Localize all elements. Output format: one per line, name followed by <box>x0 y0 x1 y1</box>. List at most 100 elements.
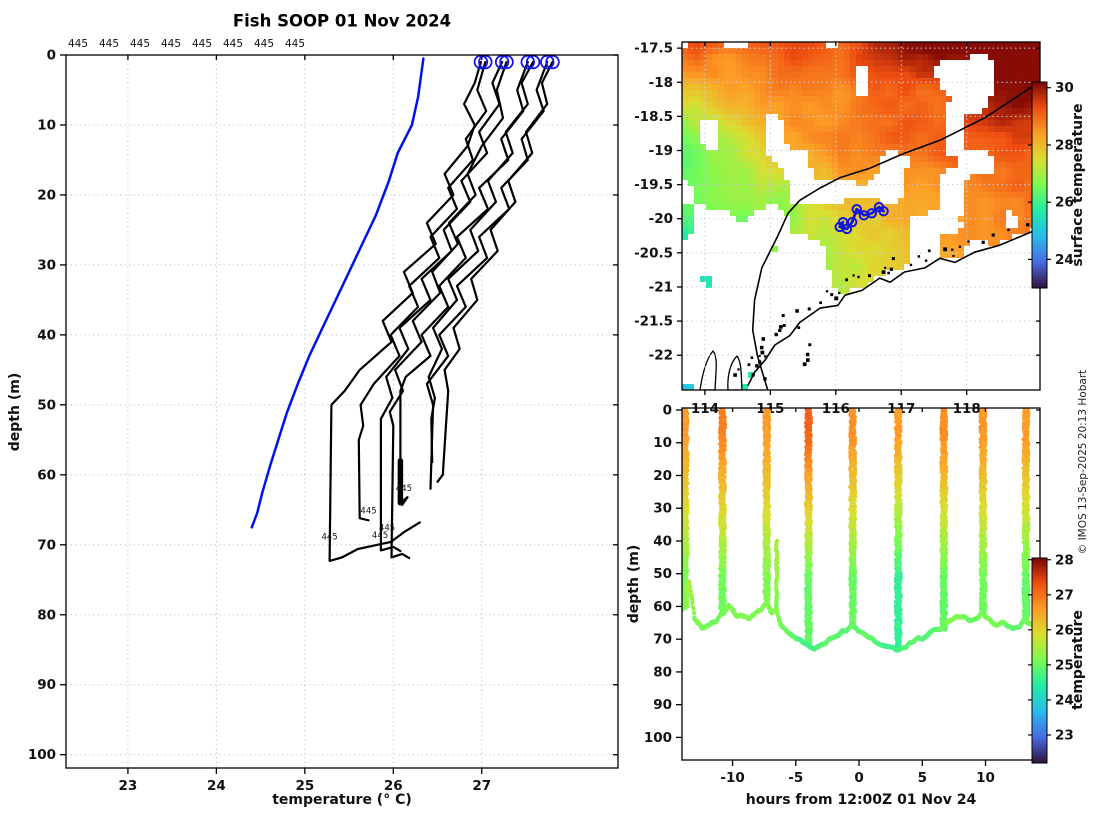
sst-cell <box>916 138 922 144</box>
sst-cell <box>958 54 964 60</box>
sst-cell <box>694 126 700 132</box>
sst-cell <box>832 138 838 144</box>
sst-cell <box>784 72 790 78</box>
sst-cell <box>712 48 718 54</box>
sst-cell <box>994 192 1000 198</box>
sst-cell <box>802 54 808 60</box>
profile-line <box>427 60 535 464</box>
sst-cell <box>1018 192 1024 198</box>
sst-cell <box>874 222 880 228</box>
sst-cell <box>688 84 694 90</box>
sst-cell <box>736 138 742 144</box>
sst-cell <box>736 60 742 66</box>
sst-cell <box>910 120 916 126</box>
sst-cell <box>1018 102 1024 108</box>
sst-cell <box>724 156 730 162</box>
sst-cell <box>928 84 934 90</box>
sst-cell <box>928 132 934 138</box>
sst-cell <box>976 234 982 240</box>
sst-cell <box>742 90 748 96</box>
sst-cell <box>844 198 850 204</box>
sst-cell <box>796 114 802 120</box>
sst-cell <box>934 204 940 210</box>
sst-cell <box>910 198 916 204</box>
sst-cell <box>718 192 724 198</box>
sst-cell <box>886 132 892 138</box>
sst-cell <box>730 120 736 126</box>
sst-cell <box>844 246 850 252</box>
sst-cell <box>730 114 736 120</box>
sst-cell <box>886 138 892 144</box>
y-tick-label: 10 <box>37 117 56 133</box>
sst-cell <box>850 102 856 108</box>
sst-cell <box>778 186 784 192</box>
sst-cell <box>760 156 766 162</box>
sst-cell <box>874 138 880 144</box>
y-tick-label: 50 <box>37 397 56 413</box>
profile-end-label: 445 <box>321 532 337 542</box>
sst-cell <box>688 204 694 210</box>
sst-cell <box>694 132 700 138</box>
sst-cell <box>910 72 916 78</box>
sst-cell <box>844 78 850 84</box>
obs-dot <box>763 377 767 381</box>
sst-cell <box>952 42 958 48</box>
sst-cell <box>724 96 730 102</box>
sst-cell <box>694 192 700 198</box>
lat-tick-label: -22 <box>649 348 673 364</box>
sst-cell <box>724 66 730 72</box>
sst-cell <box>778 60 784 66</box>
sst-cell <box>808 222 814 228</box>
sst-cell <box>970 210 976 216</box>
sst-cell <box>820 42 826 48</box>
sst-cell <box>1024 186 1030 192</box>
sst-cell <box>928 48 934 54</box>
sst-cell <box>730 48 736 54</box>
sst-cell <box>862 228 868 234</box>
sst-cell <box>892 228 898 234</box>
sst-cell <box>802 222 808 228</box>
sst-cell <box>688 384 694 390</box>
sst-cell <box>802 126 808 132</box>
sst-cell <box>760 168 766 174</box>
sst-cell <box>880 90 886 96</box>
sst-cell <box>742 198 748 204</box>
sst-cell <box>940 90 946 96</box>
sst-cell <box>754 90 760 96</box>
sst-cell <box>760 96 766 102</box>
obs-dot <box>737 368 740 371</box>
sst-cell <box>712 96 718 102</box>
sst-cell <box>736 168 742 174</box>
sst-cell <box>934 60 940 66</box>
sst-cell <box>844 84 850 90</box>
sst-cell <box>742 138 748 144</box>
sst-cell <box>928 174 934 180</box>
sst-cell <box>862 222 868 228</box>
sst-cell <box>1024 48 1030 54</box>
sst-cell <box>754 108 760 114</box>
sst-cell <box>862 48 868 54</box>
obs-dot <box>927 249 931 253</box>
sst-cell <box>832 246 838 252</box>
sst-cell <box>886 114 892 120</box>
sst-cell <box>832 84 838 90</box>
sst-cell <box>892 204 898 210</box>
sst-cell <box>844 126 850 132</box>
sst-cell <box>1000 90 1006 96</box>
sst-cell <box>694 66 700 72</box>
sst-cell <box>754 126 760 132</box>
sst-cell <box>796 90 802 96</box>
sst-cell <box>976 126 982 132</box>
sst-cell <box>940 240 946 246</box>
sst-cell <box>730 174 736 180</box>
sst-cell <box>838 144 844 150</box>
sst-cell <box>844 288 850 294</box>
sst-cell <box>748 48 754 54</box>
sst-cell <box>730 162 736 168</box>
sst-cell <box>868 90 874 96</box>
sst-cell <box>1000 192 1006 198</box>
sst-cell <box>994 234 1000 240</box>
sst-cell <box>856 162 862 168</box>
sst-cell <box>712 60 718 66</box>
sst-cell <box>838 114 844 120</box>
